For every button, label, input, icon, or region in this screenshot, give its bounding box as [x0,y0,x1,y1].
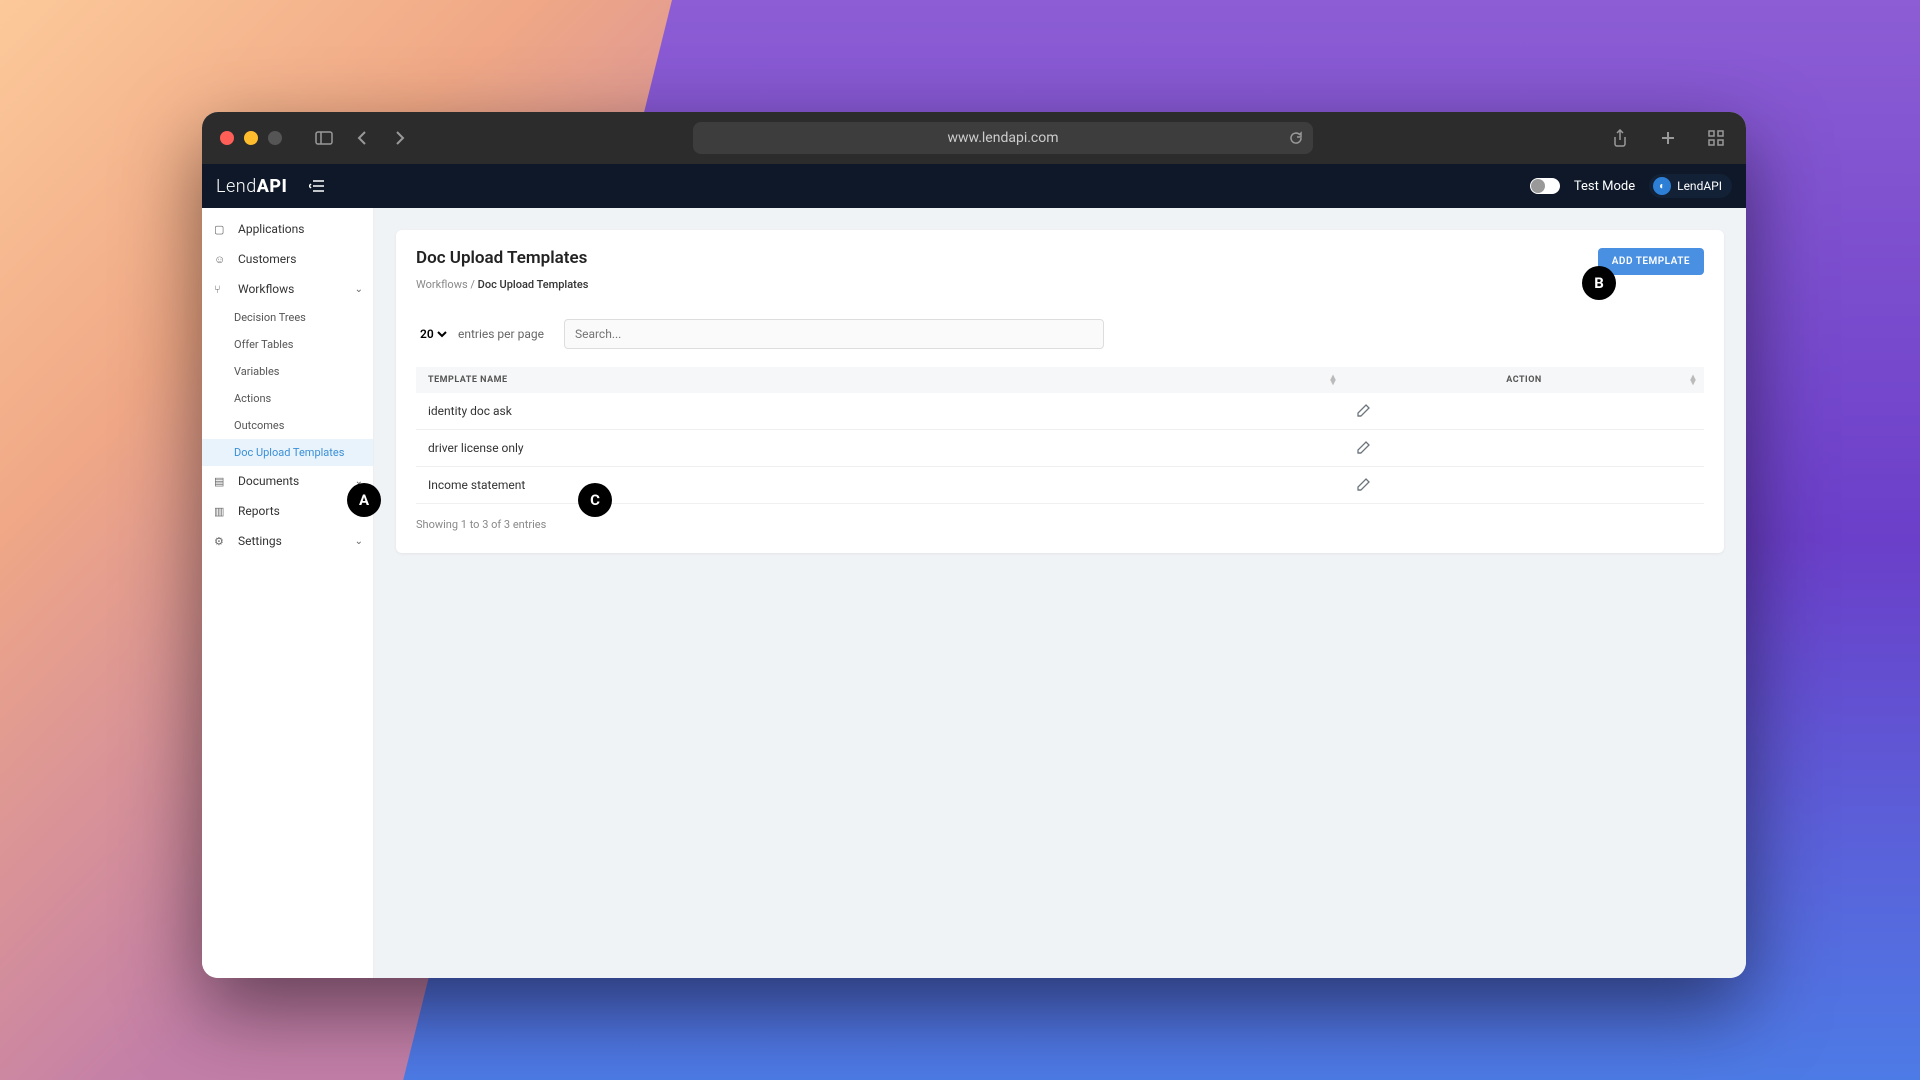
app-logo: LendAPI [216,176,287,197]
breadcrumb-parent[interactable]: Workflows [416,278,468,291]
sidebar-item-actions[interactable]: Actions [202,385,373,412]
sidebar-item-outcomes[interactable]: Outcomes [202,412,373,439]
user-name: LendAPI [1677,179,1722,193]
column-label: TEMPLATE NAME [428,375,508,385]
sort-icon: ▴▾ [1330,375,1336,385]
breadcrumb: Workflows / Doc Upload Templates [416,278,588,291]
collapse-sidebar-icon[interactable] [309,179,325,193]
chevron-down-icon: ⌄ [355,536,363,547]
main-content: Doc Upload Templates Workflows / Doc Upl… [374,208,1746,978]
page-title: Doc Upload Templates [416,248,588,268]
sidebar-label: Reports [238,504,280,518]
edit-icon[interactable] [1356,478,1692,492]
back-button[interactable] [350,126,374,150]
test-mode-label: Test Mode [1574,179,1635,194]
sidebar-label: Customers [238,252,296,266]
annotation-marker-b: B [1582,266,1616,300]
sidebar-item-workflows[interactable]: ⑂ Workflows ⌄ [202,274,373,304]
sidebar-item-documents[interactable]: ▤ Documents ⌄ [202,466,373,496]
minimize-window-button[interactable] [244,131,258,145]
window-controls [220,131,282,145]
applications-icon: ▢ [214,223,228,236]
sidebar-label: Documents [238,474,299,488]
close-window-button[interactable] [220,131,234,145]
logo-light: Lend [216,176,257,197]
breadcrumb-current: Doc Upload Templates [478,278,589,291]
template-name-cell: driver license only [416,430,1344,467]
table-row: driver license only [416,430,1704,467]
share-icon[interactable] [1608,126,1632,150]
sidebar-label: Workflows [238,282,294,296]
reload-icon[interactable] [1289,131,1303,145]
browser-window: www.lendapi.com LendAPI Test Mode [202,112,1746,978]
sidebar-label: Settings [238,534,282,548]
breadcrumb-separator: / [468,278,478,291]
template-name-cell: identity doc ask [416,393,1344,430]
column-label: ACTION [1506,375,1542,385]
url-bar[interactable]: www.lendapi.com [693,122,1313,154]
gear-icon: ⚙ [214,535,228,548]
sidebar-item-decision-trees[interactable]: Decision Trees [202,304,373,331]
search-input[interactable] [564,319,1104,349]
sidebar-item-settings[interactable]: ⚙ Settings ⌄ [202,526,373,556]
reports-icon: ▥ [214,505,228,518]
template-name-cell: Income statement [416,467,1344,504]
sidebar-label: Applications [238,222,304,236]
new-tab-icon[interactable] [1656,126,1680,150]
sidebar-item-variables[interactable]: Variables [202,358,373,385]
column-header-name[interactable]: TEMPLATE NAME ▴▾ [416,367,1344,393]
table-footer: Showing 1 to 3 of 3 entries [416,518,1704,531]
avatar-icon: ◐ [1653,177,1671,195]
sidebar-item-doc-upload-templates[interactable]: Doc Upload Templates [202,439,373,466]
add-template-button[interactable]: ADD TEMPLATE [1598,248,1704,275]
edit-icon[interactable] [1356,404,1692,418]
sidebar-item-offer-tables[interactable]: Offer Tables [202,331,373,358]
forward-button[interactable] [388,126,412,150]
fullscreen-window-button[interactable] [268,131,282,145]
templates-table: TEMPLATE NAME ▴▾ ACTION ▴▾ identity doc … [416,367,1704,504]
column-header-action[interactable]: ACTION ▴▾ [1344,367,1704,393]
tabs-overview-icon[interactable] [1704,126,1728,150]
user-menu[interactable]: ◐ LendAPI [1649,174,1732,198]
annotation-marker-c: C [578,483,612,517]
sidebar-item-customers[interactable]: ☺ Customers [202,244,373,274]
sidebar-toggle-icon[interactable] [312,126,336,150]
test-mode-toggle[interactable] [1530,178,1560,194]
browser-titlebar: www.lendapi.com [202,112,1746,164]
sidebar-item-applications[interactable]: ▢ Applications [202,214,373,244]
app-header: LendAPI Test Mode ◐ LendAPI [202,164,1746,208]
url-text: www.lendapi.com [947,130,1058,146]
table-row: identity doc ask [416,393,1704,430]
workflows-icon: ⑂ [214,283,228,296]
entries-per-page-select[interactable]: 20 [416,326,450,342]
chevron-down-icon: ⌄ [355,284,363,295]
entries-label: entries per page [458,327,544,341]
sort-icon: ▴▾ [1690,375,1696,385]
annotation-marker-a: A [347,483,381,517]
sidebar: ▢ Applications ☺ Customers ⑂ Workflows ⌄… [202,208,374,978]
logo-bold: API [257,176,288,197]
edit-icon[interactable] [1356,441,1692,455]
customers-icon: ☺ [214,253,228,266]
documents-icon: ▤ [214,475,228,488]
